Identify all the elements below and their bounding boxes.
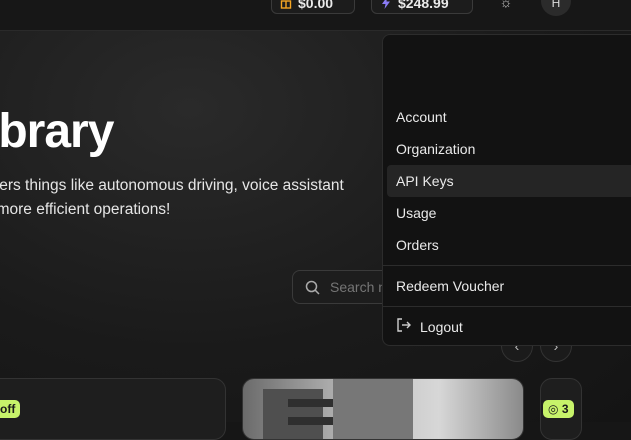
credit-pill[interactable]: $0.00 (271, 0, 355, 14)
page-title: ibrary (0, 105, 114, 158)
gift-icon (280, 0, 292, 9)
page-description: wers things like autonomous driving, voi… (0, 174, 344, 222)
logout-label: Logout (420, 319, 463, 335)
menu-item-organization[interactable]: Organization (387, 133, 631, 165)
menu-item-usage[interactable]: Usage (387, 197, 631, 229)
lightning-icon (382, 0, 390, 9)
menu-item-logout[interactable]: Logout (387, 311, 631, 343)
card-image-building (263, 389, 338, 439)
description-line-1: wers things like autonomous driving, voi… (0, 177, 344, 194)
count-badge: ◎ 3 (543, 400, 574, 418)
avatar[interactable]: H (541, 0, 571, 16)
menu-item-orders[interactable]: Orders (387, 229, 631, 261)
logout-icon (397, 318, 411, 332)
menu-divider (383, 265, 631, 266)
count-badge-value: 3 (561, 402, 569, 416)
model-card[interactable]: ◎ 3 (540, 378, 582, 440)
account-dropdown-menu: Account Organization API Keys Usage Orde… (382, 34, 631, 346)
credit-value: $0.00 (298, 0, 334, 11)
menu-item-api-keys[interactable]: API Keys (387, 165, 631, 197)
menu-item-account[interactable]: Account (387, 101, 631, 133)
balance-value: $248.99 (398, 0, 449, 11)
search-icon (305, 280, 320, 295)
description-line-2: , more efficient operations! (0, 201, 171, 218)
menu-item-redeem-voucher[interactable]: Redeem Voucher (387, 270, 631, 302)
balance-pill[interactable]: $248.99 (371, 0, 473, 14)
avatar-initial: H (551, 0, 561, 10)
card-image-detail (288, 417, 338, 425)
top-bar: $0.00 $248.99 ☼ H (0, 0, 631, 31)
sun-icon[interactable]: ☼ (496, 0, 516, 14)
card-image-detail (288, 399, 338, 407)
discount-badge: off (0, 400, 21, 418)
model-card[interactable]: off (0, 378, 226, 440)
card-image-building (333, 379, 413, 439)
menu-divider (383, 306, 631, 307)
model-card[interactable] (242, 378, 524, 440)
